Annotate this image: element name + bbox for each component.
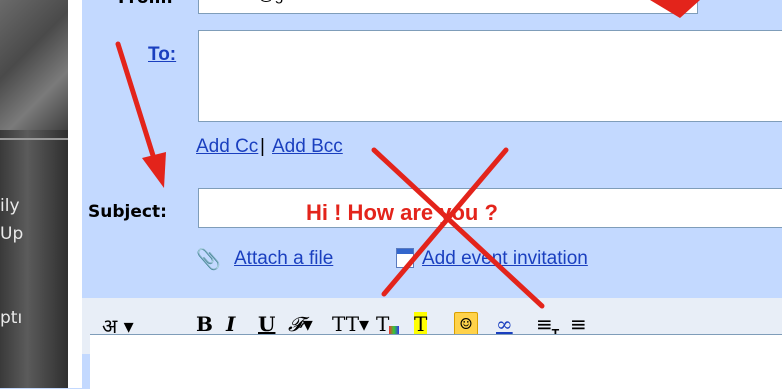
italic-button[interactable]: I — [226, 312, 235, 336]
highlight-button[interactable]: T — [414, 312, 428, 336]
left-panel-divider — [0, 138, 68, 140]
left-panel: ily Up ptı — [0, 0, 68, 388]
add-bcc-link[interactable]: Add Bcc — [272, 136, 343, 158]
underline-button[interactable]: U — [258, 312, 275, 336]
attach-file-link[interactable]: Attach a file — [234, 248, 333, 270]
emoticon-label: ☺ — [459, 315, 473, 333]
bullet-list-button[interactable]: ≡ — [570, 312, 587, 336]
panel-separator — [68, 0, 82, 388]
add-event-link[interactable]: Add event invitation — [422, 248, 588, 270]
text-color-button[interactable]: T — [376, 312, 400, 336]
link-button[interactable]: ∞ — [496, 312, 513, 336]
font-button[interactable]: 𝓕▾ — [288, 312, 313, 336]
cc-bcc-separator: | — [260, 136, 265, 157]
left-panel-image — [0, 0, 68, 130]
left-panel-text-2: Up — [0, 224, 24, 244]
add-cc-link[interactable]: Add Cc — [196, 136, 258, 158]
calendar-icon — [396, 248, 414, 268]
text-color-label: T — [376, 312, 390, 336]
highlight-label: T — [414, 312, 428, 336]
to-field[interactable] — [198, 30, 782, 122]
left-panel-text-1: ily — [0, 196, 20, 216]
bold-button[interactable]: B — [196, 312, 213, 336]
to-label[interactable]: To: — [148, 44, 176, 66]
from-field[interactable]: ... ........@gmail.com — [198, 0, 698, 14]
message-body-editor[interactable] — [90, 334, 782, 389]
subject-label: Subject: — [88, 202, 167, 222]
subject-value: Hi ! How are you ? — [306, 200, 498, 225]
emoticon-button[interactable]: ☺ — [454, 312, 478, 336]
left-panel-text-3: ptı — [0, 308, 23, 328]
compose-form: From: ... ........@gmail.com To: Add Cc … — [82, 0, 782, 389]
from-label: From: — [118, 0, 173, 8]
font-size-button[interactable]: TT▾ — [332, 312, 369, 336]
paperclip-icon: 📎 — [196, 249, 221, 271]
